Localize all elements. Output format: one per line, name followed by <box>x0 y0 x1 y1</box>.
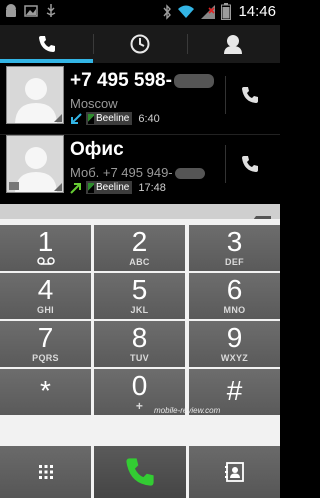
sim-flag-icon <box>88 113 94 124</box>
key-8[interactable]: 8 TUV <box>94 321 185 367</box>
avatar[interactable] <box>6 135 64 193</box>
phone-icon <box>242 156 258 172</box>
call-button[interactable] <box>94 446 186 498</box>
contact-subtitle: Moscow <box>70 96 118 111</box>
contact-name: +7 495 598- <box>70 70 214 92</box>
redacted-digits <box>174 168 205 180</box>
dialpad-icon <box>38 465 53 479</box>
tab-bar <box>0 25 280 63</box>
key-2[interactable]: 2 ABC <box>94 225 185 271</box>
key-6[interactable]: 6 MNO <box>189 273 280 319</box>
notification-icons <box>4 3 58 19</box>
dialpad: 1 2 ABC 3 DEF 4 GHI 5 JKL 6 MNO 7 PQRS 8 TUV 9W… <box>0 219 280 447</box>
phone-icon <box>242 87 258 103</box>
clock: 14:46 <box>238 3 276 20</box>
sim-flag-icon <box>88 182 94 193</box>
contact-name: Офис <box>70 139 124 160</box>
divider <box>225 76 226 114</box>
clock-icon <box>130 34 150 54</box>
key-5[interactable]: 5 JKL <box>94 273 185 319</box>
wifi-icon <box>178 5 195 18</box>
action-bar <box>0 446 280 498</box>
key-7[interactable]: 7 PQRS <box>0 321 91 367</box>
call-time: 6:40 <box>138 112 160 125</box>
grid-icon <box>9 182 19 190</box>
call-time: 17:48 <box>138 181 166 194</box>
add-contact-button[interactable] <box>189 446 280 498</box>
android-icon <box>6 4 16 17</box>
call-meta: Beeline 17:48 <box>70 181 166 194</box>
sim-badge: Beeline <box>86 181 133 194</box>
call-log-item[interactable]: Офис Моб. +7 495 949- Beeline 17:48 <box>0 135 280 201</box>
key-1[interactable]: 1 <box>0 225 91 271</box>
tab-contacts[interactable] <box>186 25 280 63</box>
outgoing-arrow-icon <box>70 182 81 194</box>
show-dialpad-button[interactable] <box>0 446 91 498</box>
tab-history[interactable] <box>93 25 186 63</box>
incoming-arrow-icon <box>71 112 82 124</box>
contact-subtitle: Моб. +7 495 949- <box>70 165 205 180</box>
divider <box>225 145 226 183</box>
key-4[interactable]: 4 GHI <box>0 273 91 319</box>
avatar-corner <box>54 114 62 122</box>
redacted-digits <box>173 73 214 88</box>
contact-card-icon <box>224 462 244 482</box>
signal-icon <box>201 4 216 19</box>
call-back-button[interactable] <box>232 149 268 179</box>
voicemail-icon <box>36 257 55 265</box>
tab-phone[interactable] <box>0 25 93 63</box>
call-back-button[interactable] <box>232 80 268 110</box>
key-9[interactable]: 9 WXYZ <box>189 321 280 367</box>
phone-icon <box>126 458 154 486</box>
battery-icon <box>221 3 232 20</box>
status-bar: 14:46 <box>0 0 280 25</box>
key-star[interactable]: * <box>0 369 91 415</box>
usb-icon <box>46 4 56 17</box>
person-icon <box>224 35 243 54</box>
call-log: +7 495 598- Moscow Beeline 6:40 Офис Моб… <box>0 63 280 204</box>
image-icon <box>24 5 38 17</box>
avatar-corner <box>54 183 62 191</box>
call-meta: Beeline 6:40 <box>70 112 160 125</box>
system-icons: 14:46 <box>162 3 276 20</box>
key-3[interactable]: 3 DEF <box>189 225 280 271</box>
sim-badge: Beeline <box>86 112 133 125</box>
bluetooth-icon <box>163 3 172 20</box>
watermark: mobile-review.com <box>154 406 221 415</box>
avatar[interactable] <box>6 66 64 124</box>
call-log-item[interactable]: +7 495 598- Moscow Beeline 6:40 <box>0 66 280 135</box>
phone-icon <box>38 36 55 52</box>
